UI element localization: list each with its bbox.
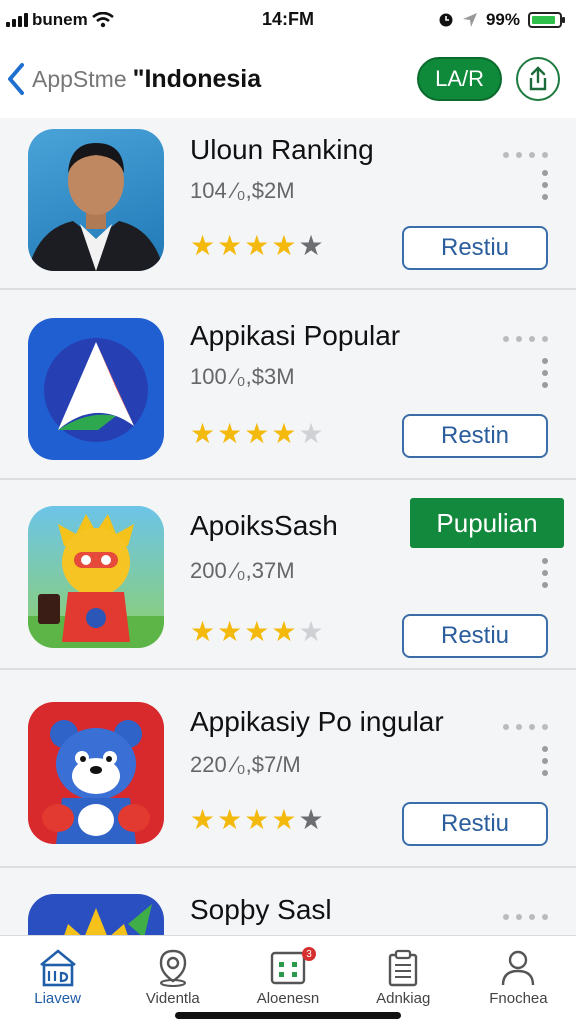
tab-label: Fnochea bbox=[489, 990, 548, 1007]
home-indicator[interactable] bbox=[175, 1012, 401, 1019]
install-button[interactable]: Restiu bbox=[402, 226, 548, 270]
star-icon: ★ bbox=[244, 418, 270, 449]
app-icon-mascot bbox=[28, 506, 164, 648]
tab-bar: Liavew Videntla 3 Aloenesn Adnkiag Fnoch… bbox=[0, 935, 576, 1024]
more-options-icon[interactable] bbox=[542, 746, 548, 776]
more-options-icon[interactable] bbox=[542, 170, 548, 200]
tab-label: Liavew bbox=[34, 990, 81, 1007]
tab-label: Adnkiag bbox=[376, 990, 431, 1007]
star-icon: ★ bbox=[217, 230, 243, 261]
page-title: "Indonesia bbox=[132, 64, 262, 93]
app-icon-sun bbox=[28, 894, 164, 935]
list-item[interactable]: ApoiksSash Pupulian 200 ⁄₀,37M ★ ★ ★ ★ ★ Res… bbox=[0, 480, 576, 670]
list-item[interactable]: Appikasi Popular 100 ⁄₀,$3M ★ ★ ★ ★ ★ Restin bbox=[0, 290, 576, 480]
chevron-left-icon bbox=[8, 63, 24, 95]
popular-badge[interactable]: Pupulian bbox=[410, 498, 564, 548]
star-icon: ★ bbox=[217, 418, 243, 449]
star-icon: ★ bbox=[244, 230, 270, 261]
tab-apps[interactable]: 3 Aloenesn bbox=[230, 936, 345, 1024]
app-name: Appikasiy Po ingular bbox=[190, 706, 444, 737]
share-icon bbox=[529, 66, 547, 91]
more-options-icon[interactable] bbox=[542, 558, 548, 588]
back-button[interactable]: AppStme bbox=[6, 62, 127, 96]
person-icon bbox=[502, 950, 535, 986]
star-icon: ★ bbox=[271, 230, 297, 261]
star-icon: ★ bbox=[190, 418, 216, 449]
app-meta: 104 ⁄₀,$2M bbox=[190, 178, 295, 203]
app-icon-triangle bbox=[28, 318, 164, 460]
star-rating: ★ ★ ★ ★ ★ bbox=[190, 806, 324, 834]
status-bar: bunem 14:FM 99% bbox=[0, 0, 576, 40]
star-icon: ★ bbox=[298, 804, 324, 835]
app-meta: 220 ⁄₀,$7/M bbox=[190, 752, 301, 777]
clock: 14:FM bbox=[261, 9, 314, 29]
app-icon-bear bbox=[28, 702, 164, 844]
app-meta: 100 ⁄₀,$3M bbox=[190, 364, 295, 389]
store-icon bbox=[39, 949, 76, 987]
location-pin-icon bbox=[159, 949, 186, 987]
star-rating: ★ ★ ★ ★ ★ bbox=[190, 232, 324, 260]
more-dots-icon[interactable] bbox=[503, 724, 548, 730]
list-item[interactable]: Appikasiy Po ingular 220 ⁄₀,$7/M ★ ★ ★ ★ ★ R… bbox=[0, 670, 576, 868]
star-icon: ★ bbox=[271, 418, 297, 449]
app-name: Appikasi Popular bbox=[190, 320, 401, 351]
star-icon: ★ bbox=[271, 616, 297, 647]
star-icon: ★ bbox=[217, 804, 243, 835]
star-icon: ★ bbox=[271, 804, 297, 835]
more-dots-icon[interactable] bbox=[503, 336, 548, 342]
tab-profile[interactable]: Fnochea bbox=[461, 936, 576, 1024]
header-pill-button[interactable]: LA/R bbox=[417, 57, 502, 101]
star-icon: ★ bbox=[190, 804, 216, 835]
star-icon: ★ bbox=[298, 418, 324, 449]
notification-badge: 3 bbox=[302, 947, 316, 961]
tab-location[interactable]: Videntla bbox=[115, 936, 230, 1024]
app-list: Uloun Ranking 104 ⁄₀,$2M ★ ★ ★ ★ ★ Restiu Ap… bbox=[0, 118, 576, 935]
tab-label: Aloenesn bbox=[256, 990, 320, 1007]
app-name: Sopþy Sasl bbox=[190, 894, 332, 925]
tab-label: Videntla bbox=[145, 990, 200, 1007]
more-dots-icon[interactable] bbox=[503, 914, 548, 920]
star-icon: ★ bbox=[217, 616, 243, 647]
star-rating: ★ ★ ★ ★ ★ bbox=[190, 420, 324, 448]
app-name: ApoiksSash bbox=[190, 510, 338, 541]
share-button[interactable] bbox=[516, 57, 560, 101]
install-button[interactable]: Restiu bbox=[402, 614, 548, 658]
star-icon: ★ bbox=[244, 804, 270, 835]
clipboard-icon bbox=[389, 949, 418, 987]
star-icon: ★ bbox=[190, 616, 216, 647]
tab-clipboard[interactable]: Adnkiag bbox=[346, 936, 461, 1024]
star-icon: ★ bbox=[244, 616, 270, 647]
app-icon-portrait bbox=[28, 129, 164, 271]
tab-store[interactable]: Liavew bbox=[0, 936, 115, 1024]
back-label: AppStme bbox=[32, 65, 127, 92]
install-button[interactable]: Restiu bbox=[402, 802, 548, 846]
list-item[interactable]: Sopþy Sasl bbox=[0, 868, 576, 935]
more-options-icon[interactable] bbox=[542, 358, 548, 388]
battery-icon bbox=[528, 12, 565, 28]
list-item[interactable]: Uloun Ranking 104 ⁄₀,$2M ★ ★ ★ ★ ★ Restiu bbox=[0, 118, 576, 290]
star-icon: ★ bbox=[298, 616, 324, 647]
star-icon: ★ bbox=[190, 230, 216, 261]
app-name: Uloun Ranking bbox=[190, 134, 374, 165]
star-icon: ★ bbox=[298, 230, 324, 261]
more-dots-icon[interactable] bbox=[503, 152, 548, 158]
install-button[interactable]: Restin bbox=[402, 414, 548, 458]
star-rating: ★ ★ ★ ★ ★ bbox=[190, 618, 324, 646]
app-meta: 200 ⁄₀,37M bbox=[190, 558, 295, 583]
nav-header: AppStme "Indonesia LA/R bbox=[0, 40, 576, 118]
